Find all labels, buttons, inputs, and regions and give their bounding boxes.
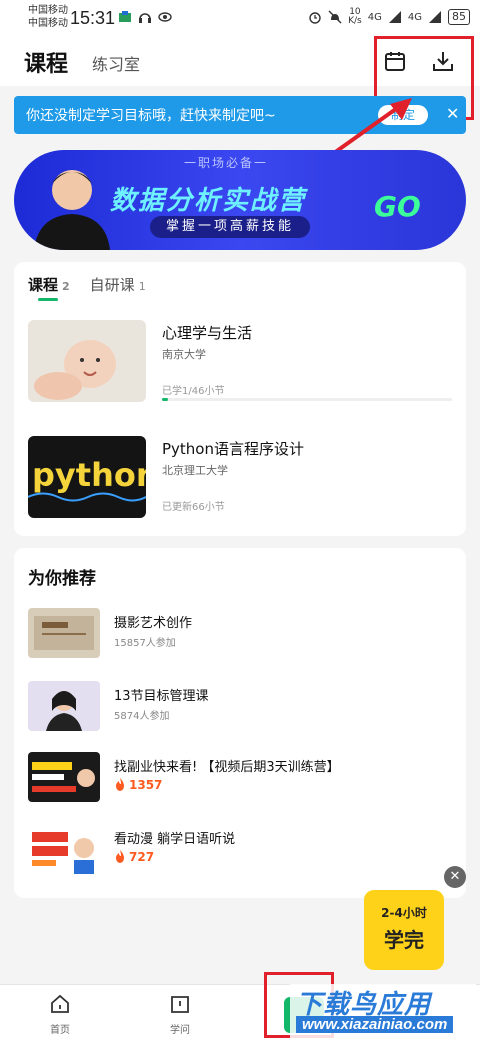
course-school: 南京大学 [162,348,206,361]
calendar-icon [385,52,405,71]
course-item[interactable]: python Python语言程序设计 北京理工大学 已更新66小节 [28,436,452,520]
carrier-2: 中国移动 [28,18,68,29]
download-button[interactable] [428,46,458,76]
tab-course-label: 课程 [28,276,59,294]
fire-icon [116,850,124,863]
recommend-title: 摄影艺术创作 [114,616,193,631]
tab-course[interactable]: 课程 2 [28,274,70,301]
japanese-course-thumbnail [28,824,100,874]
python-wave-icon [28,492,146,502]
progress-fill [162,398,168,401]
video-camp-thumbnail [28,752,100,802]
close-icon[interactable]: ✕ [446,104,459,123]
course-item[interactable]: 心理学与生活 南京大学 已学1/46小节 [28,320,452,404]
python-thumbnail-text: python [32,456,146,494]
course-school: 北京理工大学 [162,464,228,477]
hot-count-value: 1357 [129,778,163,792]
course-tabs: 课程 2 自研课 1 [28,274,146,301]
nav-learn-label: 学问 [170,1025,190,1036]
course-title: 心理学与生活 [162,324,253,342]
headphones-icon [139,13,151,23]
tab-self-developed-count: 1 [138,280,146,293]
promo-kicker: 一职场必备一 [184,156,269,170]
tab-self-developed[interactable]: 自研课 1 [90,274,146,295]
fire-icon [116,778,124,791]
notification-icons [118,10,172,24]
tab-courses[interactable]: 课程 [24,46,68,78]
my-courses-card: 课程 2 自研课 1 心理学与生活 南京大学 已学1/46小节 python Pyt… [14,262,466,536]
promo-go: GO [374,190,421,223]
alarm-icon [309,12,321,24]
tab-practice-room[interactable]: 练习室 [92,51,140,75]
recommend-item[interactable]: 摄影艺术创作 15857人参加 [28,608,452,660]
book-icon [171,996,189,1013]
course-progress-text: 已学1/46小节 [162,386,225,397]
promo-banner[interactable]: 一职场必备一 数据分析实战营 掌握一项高薪技能 GO [14,150,466,250]
mute-bell-icon [328,10,342,24]
signal-icon-1 [388,11,401,23]
participant-count: 15857人参加 [114,638,176,649]
progress-bar [162,398,452,401]
watermark-url: www.xiazainiao.com [296,1016,454,1033]
goal-management-thumbnail [28,681,100,731]
participant-count: 5874人参加 [114,711,170,722]
course-update-text: 已更新66小节 [162,502,225,513]
status-right: 10 K/s 4G 4G 85 [308,8,470,26]
promo-title: 数据分析实战营 [110,186,307,216]
hot-count: 727 [114,850,154,864]
hot-count-value: 727 [129,850,155,864]
float-ad-line2: 学完 [384,928,424,952]
recommend-heading: 为你推荐 [28,569,96,589]
home-icon [51,994,69,1013]
goal-banner-text: 你还没制定学习目标哦，赶快来制定吧~ [26,108,276,124]
float-ad-line1: 2-4小时 [381,906,427,920]
calendar-button[interactable] [380,46,410,76]
net-speed: 10 K/s [348,8,362,26]
recommend-item[interactable]: 找副业快来看! 【视频后期3天训练营】 1357 [28,752,452,804]
recommend-item[interactable]: 13节目标管理课 5874人参加 [28,681,452,733]
nav-home[interactable]: 首页 [30,993,90,1036]
signal-icon-2 [429,11,441,23]
download-icon [433,52,453,71]
signal-label-1: 4G [367,11,382,23]
tab-self-developed-label: 自研课 [89,276,135,294]
eye-icon [158,12,172,22]
recommend-item[interactable]: 看动漫 躺学日语听说 727 [28,824,452,876]
clock: 15:31 [70,8,116,28]
recommend-title: 找副业快来看! 【视频后期3天训练营】 [114,760,340,775]
float-ad[interactable]: 2-4小时 学完 [364,890,444,970]
photography-thumbnail [28,608,100,658]
nav-home-label: 首页 [50,1025,70,1036]
float-ad-close-button[interactable]: ✕ [444,866,466,888]
app-notification-icon [119,11,131,22]
active-tab-indicator [38,298,58,301]
header: 课程 练习室 [0,36,480,86]
signal-label-2: 4G [407,11,422,23]
tab-course-count: 2 [62,280,70,293]
watermark: 下载鸟应用 www.xiazainiao.com [290,984,476,1038]
promo-subtitle: 掌握一项高薪技能 [150,216,310,238]
python-thumbnail: python [28,436,146,518]
hot-count: 1357 [114,778,162,792]
baby-thumbnail [28,320,146,402]
instructor-photo [34,170,110,250]
recommend-card: 为你推荐 摄影艺术创作 15857人参加 13节目标管理课 5874人参加 找副… [14,548,466,898]
net-speed-unit: K/s [348,16,362,26]
battery-indicator: 85 [448,9,470,25]
carrier-1: 中国移动 [28,5,68,16]
recommend-title: 13节目标管理课 [114,689,209,704]
status-bar: 中国移动 中国移动 15:31 10 K/s 4G 4G 85 [0,0,480,36]
course-title: Python语言程序设计 [162,440,304,458]
nav-learn[interactable]: 学问 [150,993,210,1036]
recommend-title: 看动漫 躺学日语听说 [114,832,236,847]
